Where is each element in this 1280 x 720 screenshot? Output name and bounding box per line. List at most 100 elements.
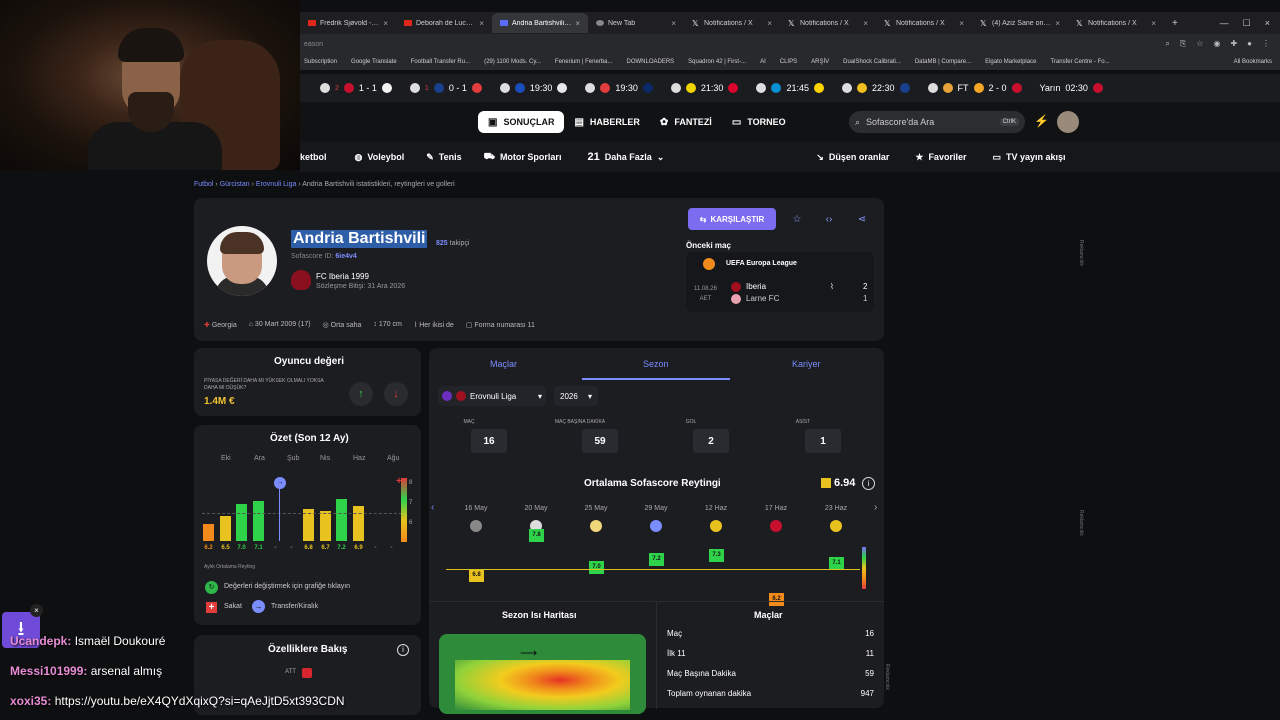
compare-button[interactable]: ⇆ KARŞILAŞTIR (688, 208, 776, 230)
info-icon[interactable]: i (397, 644, 409, 656)
value-up-button[interactable]: ↑ (349, 382, 373, 406)
close-icon[interactable]: × (1055, 19, 1060, 28)
extension-icon[interactable]: ◉ (1213, 39, 1220, 49)
year-select[interactable]: 2026 ▾ (554, 386, 598, 406)
ticker-tomorrow[interactable]: Yarın 02:30 (1040, 83, 1103, 93)
zoom-icon[interactable]: ⌕ (1165, 39, 1169, 49)
ticker-match[interactable]: 21:45 (756, 83, 824, 93)
bookmark-item[interactable]: Google Translate (351, 59, 397, 65)
favorite-button[interactable]: ☆ (786, 208, 808, 230)
close-icon[interactable]: × (959, 19, 964, 28)
tab-sezon[interactable]: Sezon (643, 359, 669, 369)
sport-more[interactable]: 21 Daha Fazla ⌄ (587, 151, 664, 163)
browser-tab[interactable]: New Tab × (588, 13, 684, 33)
sport-basketbol[interactable]: ketbol (300, 152, 327, 162)
summary-bar[interactable] (236, 503, 247, 541)
sport-tenis[interactable]: ✎ Tenis (426, 152, 461, 163)
browser-tab[interactable]: 𝕏 Notifications / X × (684, 13, 780, 33)
ticker-match[interactable]: 1 0 - 1 (409, 83, 482, 93)
ticker-match[interactable]: 19:30 (499, 83, 568, 93)
tab-kariyer[interactable]: Kariyer (792, 359, 821, 369)
close-icon[interactable]: × (479, 19, 484, 28)
value-down-button[interactable]: ↓ (384, 382, 408, 406)
bookmark-item[interactable]: Subscription (304, 59, 337, 65)
bookmark-item[interactable]: AI (760, 59, 766, 65)
rating-point[interactable]: 7.0 (589, 560, 604, 574)
club-crest-icon[interactable] (291, 270, 311, 290)
rating-point[interactable]: 7.8 (529, 528, 544, 542)
star-icon[interactable]: ☆ (1196, 39, 1203, 49)
nav-haberler[interactable]: ▤ HABERLER (564, 111, 649, 133)
puzzle-icon[interactable]: ✚ (1230, 39, 1237, 49)
breadcrumb-league[interactable]: Erovnuli Liga (256, 181, 296, 188)
close-icon[interactable]: × (767, 19, 772, 28)
bookmark-item[interactable]: Transfer Centre - Fo... (1050, 59, 1109, 65)
summary-bar[interactable] (320, 511, 331, 541)
address-bar[interactable]: eason ⌕ ⎘ ☆ ◉ ✚ ● ⋮ (300, 34, 1280, 54)
browser-tab[interactable]: Fredrik Sjøvold - Soli... × (300, 13, 396, 33)
bookmark-item[interactable]: DualShock Calibrati... (843, 59, 901, 65)
bookmark-item[interactable]: DOWNLOADERS (627, 59, 675, 65)
summary-bar[interactable] (353, 506, 364, 541)
bookmark-item[interactable]: DataMB | Compare... (915, 59, 971, 65)
share-button[interactable]: ⋖ (851, 208, 873, 230)
bookmark-item[interactable]: ARŞİV (811, 59, 829, 65)
summary-bar[interactable] (220, 516, 231, 541)
nav-torneo[interactable]: ▭ TORNEO (722, 111, 796, 133)
embed-button[interactable]: ‹› (818, 208, 840, 230)
browser-tab[interactable]: 𝕏 Notifications / X × (1068, 13, 1164, 33)
close-icon[interactable]: × (863, 19, 868, 28)
ticker-match[interactable]: 19:30 (585, 83, 653, 93)
close-icon[interactable]: × (30, 604, 43, 617)
bookmark-item[interactable]: Elgato Marketplace (985, 59, 1036, 65)
rating-point[interactable]: 7.1 (829, 556, 844, 570)
all-bookmarks[interactable]: All Bookmarks (1234, 59, 1280, 65)
bolt-icon[interactable]: ⚡ (1034, 114, 1049, 128)
sport-motor[interactable]: ⛟ Motor Sporları (484, 151, 562, 163)
maximize-icon[interactable]: ☐ (1243, 18, 1251, 29)
menu-icon[interactable]: ⋮ (1262, 39, 1270, 49)
profile-icon[interactable]: ● (1247, 39, 1252, 49)
breadcrumb-country[interactable]: Gürcistan (220, 181, 250, 188)
address-text[interactable]: eason (304, 41, 323, 48)
rating-point[interactable]: 7.2 (649, 552, 664, 566)
summary-bar[interactable] (253, 501, 264, 541)
ticker-match[interactable]: 2 1 - 1 (320, 83, 392, 93)
breadcrumb-futbol[interactable]: Futbol (194, 181, 213, 188)
prev-arrow-icon[interactable]: ‹ (431, 502, 434, 513)
close-icon[interactable]: × (671, 19, 676, 28)
league-select[interactable]: Erovnuli Liga ▾ (438, 386, 546, 406)
rating-point[interactable]: 7.3 (709, 548, 724, 562)
nav-sonuclar[interactable]: ▣ SONUÇLAR (478, 111, 565, 133)
player-club[interactable]: FC Iberia 1999 (316, 272, 369, 281)
nav-fantezi[interactable]: ✿ FANTEZİ (650, 111, 722, 133)
new-tab-icon[interactable]: + (1164, 18, 1186, 29)
sport-voleybol[interactable]: ◍ Voleybol (355, 152, 405, 163)
tv-link[interactable]: ▭ TV yayın akışı (992, 152, 1065, 163)
minimize-icon[interactable]: — (1220, 18, 1229, 29)
summary-bar[interactable] (203, 523, 214, 541)
close-icon[interactable]: × (575, 19, 580, 28)
rating-point[interactable]: 6.8 (469, 568, 484, 582)
dusen-oranlar-link[interactable]: ↘ Düşen oranlar (816, 152, 889, 163)
summary-bar[interactable] (336, 498, 347, 541)
search-input[interactable]: ⌕ Sofascore'da Ara CtrlK (849, 111, 1025, 133)
ticker-match[interactable]: 21:30 (670, 83, 739, 93)
user-avatar[interactable] (1057, 111, 1079, 133)
next-arrow-icon[interactable]: › (874, 502, 877, 513)
ticker-match[interactable]: 22:30 (841, 83, 910, 93)
close-icon[interactable]: × (1151, 19, 1156, 28)
close-icon[interactable]: × (383, 19, 388, 28)
favoriler-link[interactable]: ★ Favoriler (915, 152, 966, 163)
bookmark-item[interactable]: Football Transfer Ru... (411, 59, 470, 65)
bookmark-item[interactable]: (29) 1100 Mods. Cy... (484, 59, 541, 65)
share-icon[interactable]: ⎘ (1180, 39, 1186, 49)
browser-tab[interactable]: 𝕏 Notifications / X × (780, 13, 876, 33)
close-icon[interactable]: × (1265, 18, 1270, 29)
bookmark-item[interactable]: Squadron 42 | First-... (688, 59, 746, 65)
browser-tab[interactable]: 𝕏 Notifications / X × (876, 13, 972, 33)
browser-tab[interactable]: Deborah de Luca @ C... × (396, 13, 492, 33)
tab-maclar[interactable]: Maçlar (490, 359, 517, 369)
browser-tab[interactable]: Andria Bartishvili istatisti...× (492, 13, 588, 33)
ticker-match[interactable]: FT 2 - 0 (927, 83, 1022, 93)
